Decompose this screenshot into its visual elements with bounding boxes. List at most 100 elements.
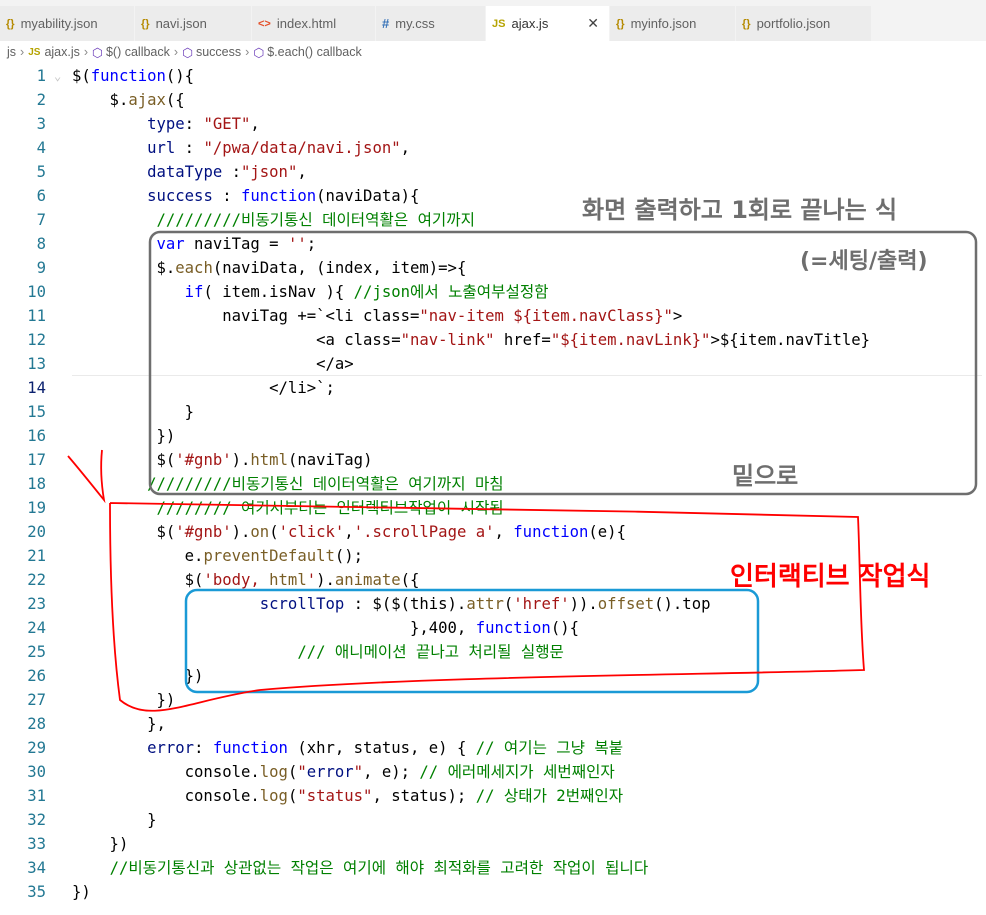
line-number: 1: [36, 67, 46, 85]
code-text: dataType :"json",: [147, 163, 307, 181]
code-line[interactable]: 14 </li>`;: [0, 376, 986, 400]
line-number: 16: [27, 427, 46, 445]
json-file-icon: {}: [742, 17, 751, 30]
tab-ajax-js[interactable]: JS ajax.js ✕: [486, 6, 610, 41]
code-line[interactable]: 16 }): [0, 424, 986, 448]
code-line[interactable]: 31 console.log("status", status); // 상태가…: [0, 784, 986, 808]
code-line[interactable]: 29 error: function (xhr, status, e) { //…: [0, 736, 986, 760]
code-text: }): [72, 883, 91, 901]
code-text: /////////비동기통신 데이터역활은 여기까지: [156, 211, 475, 229]
breadcrumb-item[interactable]: $() callback: [106, 45, 170, 59]
code-line[interactable]: 19 //////// 여기서부터는 인터렉티브작업이 시작됨: [0, 496, 986, 520]
code-line[interactable]: 34 //비동기통신과 상관없는 작업은 여기에 해야 최적화를 고려한 작업이…: [0, 856, 986, 880]
code-text: e.preventDefault();: [72, 547, 364, 565]
code-line[interactable]: 15 }: [0, 400, 986, 424]
code-text: console.log("status", status); // 상태가 2번…: [72, 787, 624, 805]
code-text: $('#gnb').on('click','.scrollPage a', fu…: [72, 523, 626, 541]
close-icon[interactable]: ✕: [587, 15, 599, 32]
code-line[interactable]: 10 if( item.isNav ){ //json에서 노출여부설정함: [0, 280, 986, 304]
method-icon: ⬡: [92, 45, 103, 60]
line-number: 15: [27, 403, 46, 421]
code-line[interactable]: 30 console.log("error", e); // 에러메세지가 세번…: [0, 760, 986, 784]
tab-my-css[interactable]: # my.css: [376, 6, 486, 41]
breadcrumb-file[interactable]: ajax.js: [44, 45, 79, 59]
gray-annotation-title: 화면 출력하고 1회로 끝나는 식: [582, 196, 898, 224]
code-line[interactable]: 3 type: "GET",: [0, 112, 986, 136]
tab-navi-json[interactable]: {} navi.json: [135, 6, 252, 41]
line-number: 28: [27, 715, 46, 733]
code-text: }): [72, 691, 176, 709]
tab-label: myinfo.json: [630, 16, 697, 31]
line-number: 9: [36, 259, 46, 277]
line-number: 29: [27, 739, 46, 757]
line-number: 32: [27, 811, 46, 829]
line-number: 2: [36, 91, 46, 109]
chevron-right-icon: ›: [173, 45, 179, 59]
tab-label: my.css: [395, 16, 435, 31]
line-number: 10: [27, 283, 46, 301]
code-line[interactable]: 26 }): [0, 664, 986, 688]
code-text: },400, function(){: [72, 619, 579, 637]
code-line[interactable]: 11 naviTag +=`<li class="nav-item ${item…: [0, 304, 986, 328]
tab-index-html[interactable]: <> index.html: [252, 6, 376, 41]
line-number: 23: [27, 595, 46, 613]
code-line[interactable]: 25 /// 애니메이션 끝나고 처리될 실행문: [0, 640, 986, 664]
fold-chevron-icon[interactable]: ⌄: [54, 64, 61, 88]
code-text: scrollTop : $($(this).attr('href')).offs…: [259, 595, 711, 613]
code-line[interactable]: 33 }): [0, 832, 986, 856]
code-text: }): [72, 427, 176, 445]
code-text: type: "GET",: [147, 115, 260, 133]
code-line[interactable]: 20 $('#gnb').on('click','.scrollPage a',…: [0, 520, 986, 544]
code-line[interactable]: 32 }: [0, 808, 986, 832]
tab-myinfo-json[interactable]: {} myinfo.json: [610, 6, 736, 41]
code-text: console.log("error", e); // 에러메세지가 세번째인자: [72, 763, 615, 781]
code-line[interactable]: 23 scrollTop : $($(this).attr('href')).o…: [0, 592, 986, 616]
tab-bar: {} myability.json {} navi.json <> index.html #…: [0, 0, 986, 41]
tab-label: navi.json: [155, 16, 207, 31]
code-line[interactable]: 27 }): [0, 688, 986, 712]
code-text: }): [72, 835, 129, 853]
line-number: 22: [27, 571, 46, 589]
code-line[interactable]: 1 ⌄ $(function(){: [0, 64, 986, 88]
code-text: $('#gnb').html(naviTag): [72, 451, 373, 469]
code-line[interactable]: 12 <a class="nav-link" href="${item.navL…: [0, 328, 986, 352]
line-number: 19: [27, 499, 46, 517]
line-number: 3: [36, 115, 46, 133]
code-text: error: function (xhr, status, e) { // 여기…: [147, 739, 624, 757]
tab-portfolio-json[interactable]: {} portfolio.json: [736, 6, 872, 41]
line-number: 26: [27, 667, 46, 685]
red-annotation-label: 인터랙티브 작업식: [730, 562, 931, 592]
line-number: 31: [27, 787, 46, 805]
line-number: 33: [27, 835, 46, 853]
code-line[interactable]: 4 url : "/pwa/data/navi.json",: [0, 136, 986, 160]
code-text: }: [72, 403, 195, 421]
breadcrumb-item[interactable]: success: [196, 45, 241, 59]
breadcrumb-item[interactable]: $.each() callback: [267, 45, 362, 59]
breadcrumb-root[interactable]: js: [7, 45, 16, 59]
line-number: 7: [36, 211, 46, 229]
line-number: 24: [27, 619, 46, 637]
code-line[interactable]: 2 $.ajax({: [0, 88, 986, 112]
code-line[interactable]: 18 /////////비동기통신 데이터역활은 여기까지 마침: [0, 472, 986, 496]
code-line[interactable]: 13 </a>: [0, 352, 986, 376]
line-number: 27: [27, 691, 46, 709]
code-text: if( item.isNav ){ //json에서 노출여부설정함: [184, 283, 549, 301]
code-line[interactable]: 5 dataType :"json",: [0, 160, 986, 184]
line-number: 11: [27, 307, 46, 325]
code-line[interactable]: 28 },: [0, 712, 986, 736]
code-text: /////////비동기통신 데이터역활은 여기까지 마침: [147, 475, 504, 493]
code-line[interactable]: 35}): [0, 880, 986, 904]
code-line[interactable]: 17 $('#gnb').html(naviTag): [0, 448, 986, 472]
gray-annotation-bottom: 밑으로: [732, 462, 799, 490]
code-line[interactable]: 24 },400, function(){: [0, 616, 986, 640]
line-number: 8: [36, 235, 46, 253]
tab-label: index.html: [276, 16, 337, 31]
json-file-icon: {}: [6, 17, 15, 30]
code-text: }): [72, 667, 204, 685]
code-text: }: [72, 811, 157, 829]
code-text: //////// 여기서부터는 인터렉티브작업이 시작됨: [156, 499, 504, 517]
tab-myability-json[interactable]: {} myability.json: [0, 6, 135, 41]
json-file-icon: {}: [141, 17, 150, 30]
line-number: 25: [27, 643, 46, 661]
code-text: url : "/pwa/data/navi.json",: [147, 139, 410, 157]
